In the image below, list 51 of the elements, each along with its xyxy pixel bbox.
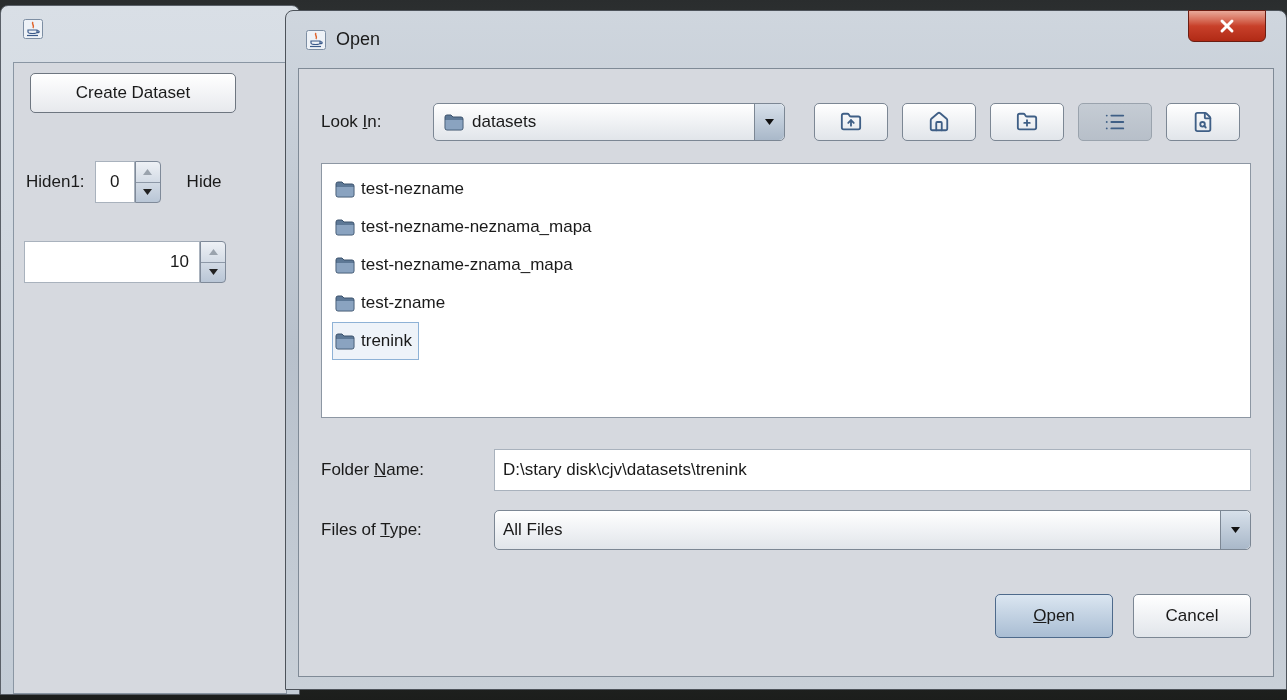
- toolbar-button[interactable]: [1166, 103, 1240, 141]
- folder-icon: [335, 332, 355, 350]
- dropdown-value: datasets: [472, 111, 538, 134]
- spinner-label: Hide: [186, 171, 222, 194]
- folder-icon: [335, 218, 355, 236]
- file-item[interactable]: test-zname: [332, 284, 453, 322]
- toolbar-button[interactable]: [814, 103, 888, 141]
- folder-name-field[interactable]: D:\stary disk\cjv\datasets\trenink: [494, 449, 1251, 491]
- close-button[interactable]: [1188, 10, 1266, 42]
- file-item[interactable]: test-nezname: [332, 170, 471, 208]
- folder-icon: [335, 180, 355, 198]
- file-item[interactable]: test-nezname-neznama_mapa: [332, 208, 599, 246]
- up-arrow-icon: [143, 168, 153, 175]
- spinner-field[interactable]: 0: [94, 161, 135, 203]
- create-dataset-button[interactable]: Create Dataset: [30, 73, 236, 113]
- file-name: trenink: [361, 330, 413, 353]
- file-item[interactable]: test-nezname-znama_mapa: [332, 246, 580, 284]
- file-name: test-nezname-neznama_mapa: [361, 216, 592, 239]
- spinner-arrows[interactable]: [134, 161, 161, 203]
- folder-up-icon: [840, 111, 862, 133]
- toolbar-button[interactable]: [902, 103, 976, 141]
- file-name: test-nezname-znama_mapa: [361, 254, 573, 277]
- files-of-type-label: Files of Type:: [321, 519, 423, 542]
- new-folder-icon: [1016, 111, 1038, 133]
- dialog-button[interactable]: Cancel: [1133, 594, 1251, 638]
- look-in-dropdown[interactable]: datasets: [433, 103, 785, 141]
- file-item[interactable]: trenink: [332, 322, 420, 360]
- window-title: Open: [336, 28, 381, 51]
- details-icon: [1192, 111, 1214, 133]
- folder-icon: [335, 256, 355, 274]
- down-arrow-icon: [143, 189, 153, 196]
- down-arrow-icon: [765, 119, 774, 125]
- home-icon: [928, 111, 950, 133]
- cup-icon: [23, 19, 43, 39]
- file-name: test-nezname: [361, 178, 464, 201]
- folder-icon: [335, 294, 355, 312]
- folder-icon: [444, 113, 464, 131]
- look-in-label: Look In:: [321, 111, 383, 134]
- spinner-label: Hiden1:: [26, 171, 85, 194]
- spinner-field[interactable]: 10: [24, 241, 200, 283]
- file-name: test-zname: [361, 292, 446, 315]
- dropdown-value: All Files: [503, 519, 564, 542]
- toolbar-button[interactable]: [990, 103, 1064, 141]
- spinner-arrows[interactable]: [200, 241, 226, 283]
- folder-name-label: Folder Name:: [321, 459, 425, 482]
- down-arrow-icon: [208, 269, 218, 276]
- up-arrow-icon: [208, 248, 218, 255]
- down-arrow-icon: [1231, 527, 1240, 533]
- cup-icon: [306, 29, 326, 50]
- dialog-button[interactable]: Open: [995, 594, 1113, 638]
- files-of-type-dropdown[interactable]: All Files: [494, 510, 1251, 550]
